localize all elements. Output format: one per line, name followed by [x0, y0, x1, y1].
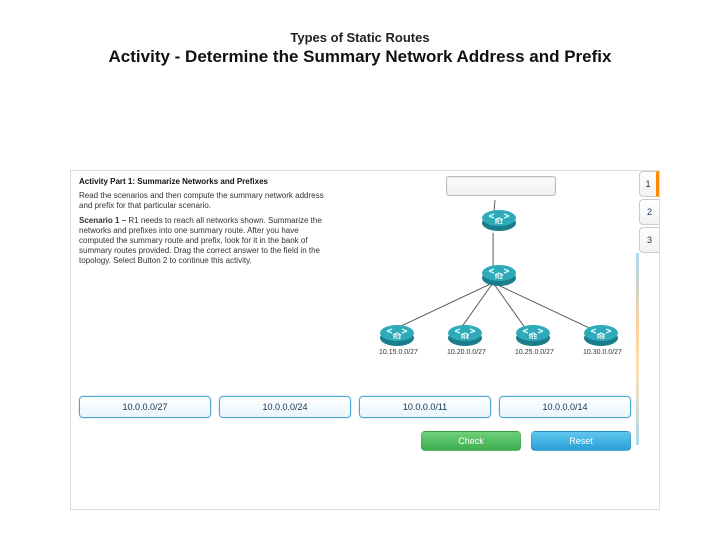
router-r6: R6 10.30.0.0/27	[583, 321, 619, 356]
router-r4: R4 10.20.0.0/27	[447, 321, 483, 356]
step-tabs: 1 2 3	[639, 171, 659, 255]
answer-option-4[interactable]: 10.0.0.0/14	[499, 396, 631, 418]
step-1-tab[interactable]: 1	[639, 171, 659, 197]
router-r3: R3 10.15.0.0/27	[379, 321, 415, 356]
step-3-tab[interactable]: 3	[639, 227, 659, 253]
topology-area: R1 R2 R3 10.15.0.0/27 R4 10.20.0.0/27	[351, 171, 639, 381]
router-ip: 10.20.0.0/27	[447, 349, 483, 356]
part-title: Activity Part 1: Summarize Networks and …	[79, 177, 333, 187]
check-button[interactable]: Check	[421, 431, 521, 451]
router-ip: 10.25.0.0/27	[515, 349, 551, 356]
router-icon	[481, 261, 517, 287]
section-title: Types of Static Routes	[20, 30, 700, 45]
page-title: Activity - Determine the Summary Network…	[20, 47, 700, 67]
router-r1: R1	[481, 206, 517, 232]
scenario-text: Scenario 1 – R1 needs to reach all netwo…	[79, 216, 333, 266]
router-ip: 10.15.0.0/27	[379, 349, 415, 356]
step-2-tab[interactable]: 2	[639, 199, 659, 225]
router-ip: 10.30.0.0/27	[583, 349, 619, 356]
router-icon	[583, 321, 619, 347]
answer-option-1[interactable]: 10.0.0.0/27	[79, 396, 211, 418]
router-r2: R2	[481, 261, 517, 287]
answer-option-2[interactable]: 10.0.0.0/24	[219, 396, 351, 418]
router-icon	[481, 206, 517, 232]
answer-bank: 10.0.0.0/27 10.0.0.0/24 10.0.0.0/11 10.0…	[79, 396, 631, 418]
router-icon	[379, 321, 415, 347]
intro-text: Read the scenarios and then compute the …	[79, 191, 333, 211]
reset-button[interactable]: Reset	[531, 431, 631, 451]
router-icon	[515, 321, 551, 347]
instructions-pane: Activity Part 1: Summarize Networks and …	[71, 171, 341, 277]
activity-panel: Activity Part 1: Summarize Networks and …	[70, 170, 660, 510]
action-row: Check Reset	[79, 431, 631, 451]
answer-option-3[interactable]: 10.0.0.0/11	[359, 396, 491, 418]
router-r5: R5 10.25.0.0/27	[515, 321, 551, 356]
router-icon	[447, 321, 483, 347]
